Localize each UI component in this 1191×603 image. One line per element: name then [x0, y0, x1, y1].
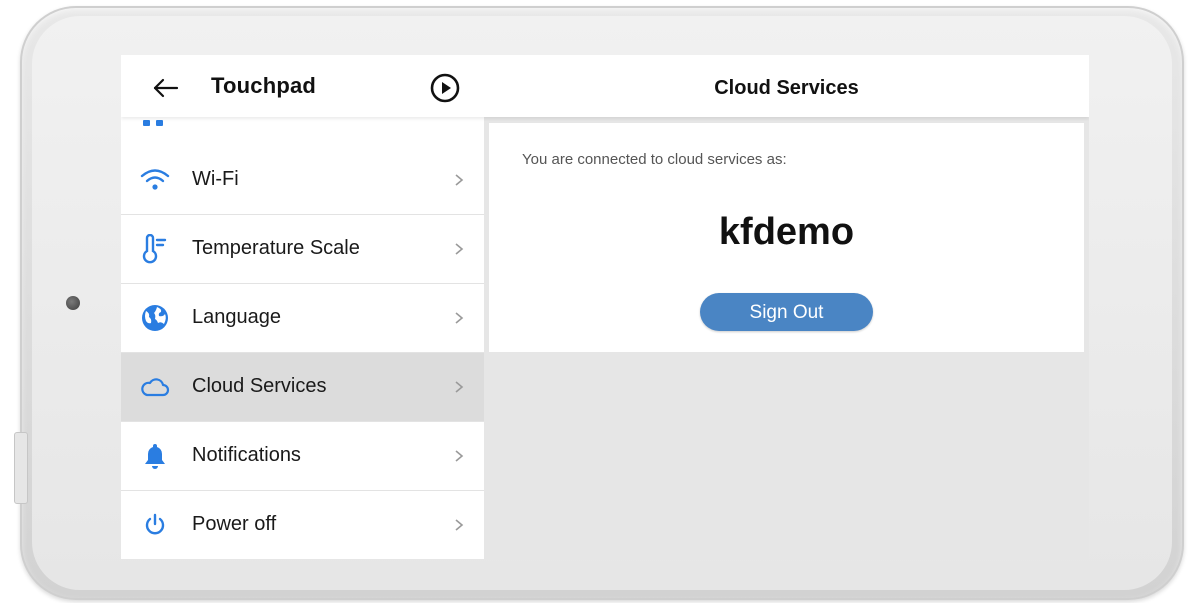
chevron-right-icon — [454, 308, 464, 328]
sidebar-item-power-off[interactable]: Power off — [121, 491, 484, 559]
wifi-icon — [139, 165, 171, 195]
sidebar-item-label: Language — [192, 306, 281, 328]
sidebar: Wi-Fi Temperature Scale Language Cloud S… — [121, 117, 484, 559]
top-bar: Touchpad Cloud Services — [121, 55, 1089, 117]
sign-out-button[interactable]: Sign Out — [700, 293, 873, 331]
back-arrow-icon[interactable] — [151, 73, 181, 103]
sidebar-item-cloud-services[interactable]: Cloud Services — [121, 353, 484, 422]
partial-icon — [141, 117, 167, 126]
chevron-right-icon — [454, 170, 464, 190]
sidebar-item-label: Cloud Services — [192, 375, 327, 397]
chevron-right-icon — [454, 515, 464, 535]
sidebar-item-language[interactable]: Language — [121, 284, 484, 353]
device-side-button — [14, 432, 28, 504]
camera-icon — [66, 296, 80, 310]
sidebar-item-label: Wi-Fi — [192, 168, 239, 190]
username: kfdemo — [718, 211, 855, 253]
connection-status-text: You are connected to cloud services as: — [522, 151, 787, 168]
cloud-icon — [139, 372, 171, 402]
chevron-right-icon — [454, 446, 464, 466]
sidebar-item-partial[interactable] — [121, 117, 484, 147]
detail-title: Cloud Services — [714, 77, 859, 99]
thermometer-icon — [139, 234, 171, 264]
sidebar-item-label: Temperature Scale — [192, 237, 360, 259]
sidebar-item-label: Power off — [192, 513, 277, 535]
sidebar-item-notifications[interactable]: Notifications — [121, 422, 484, 491]
sidebar-list: Wi-Fi Temperature Scale Language Cloud S… — [121, 146, 484, 559]
chevron-right-icon — [454, 239, 464, 259]
bell-icon — [139, 441, 171, 471]
power-icon — [139, 510, 171, 540]
sidebar-item-label: Notifications — [192, 444, 301, 466]
cloud-services-card: You are connected to cloud services as: … — [489, 123, 1084, 352]
app-title: Touchpad — [211, 73, 317, 98]
screen: Touchpad Cloud Services Wi-Fi Temperatur… — [121, 55, 1089, 559]
chevron-right-icon — [454, 377, 464, 397]
play-icon[interactable] — [429, 72, 461, 104]
sidebar-item-wifi[interactable]: Wi-Fi — [121, 146, 484, 215]
sidebar-item-temperature-scale[interactable]: Temperature Scale — [121, 215, 484, 284]
globe-icon — [139, 303, 171, 333]
